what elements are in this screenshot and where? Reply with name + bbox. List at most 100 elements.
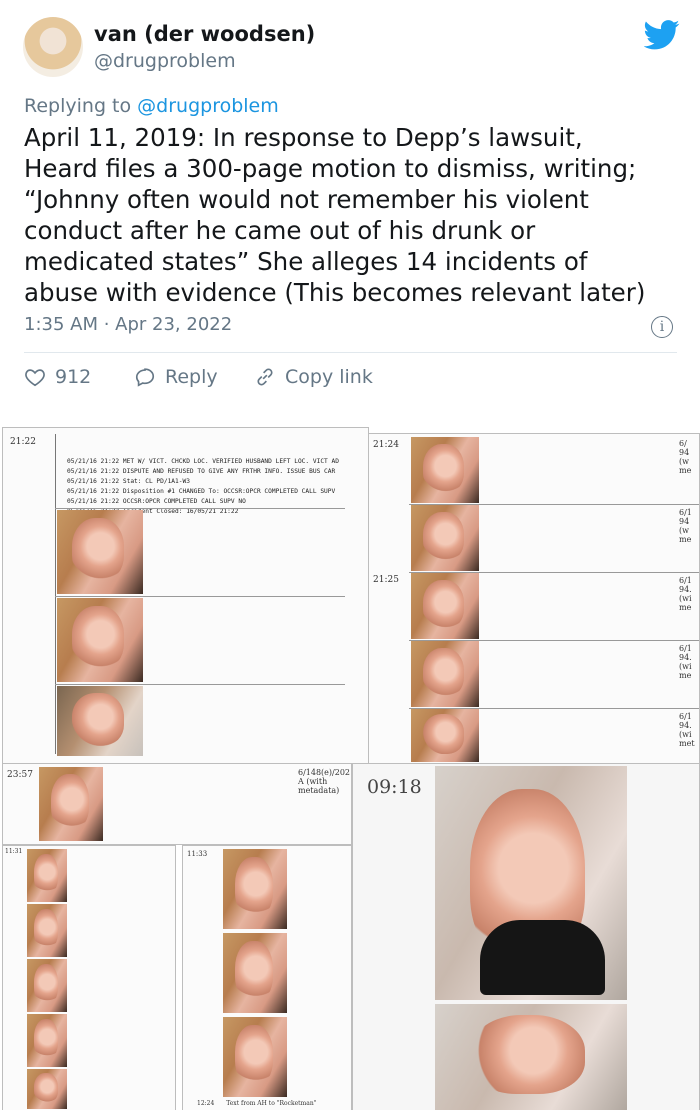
time-label: 23:57 (7, 770, 33, 780)
caption-line: 6/1 (679, 644, 692, 653)
time-label: 11:33 (187, 850, 208, 858)
photo (223, 933, 287, 1013)
rule-line (55, 434, 56, 754)
evidence-panel: 21:22 05/21/16 21:22 MET W/ VICT. CHCKD … (2, 427, 369, 764)
photo (27, 1069, 67, 1109)
time-label: 21:22 (10, 437, 36, 447)
photo (27, 904, 67, 957)
evidence-panel: 21:24 21:25 6/94 (w me 6/1 94 (w me 6/1 94. (wi… (368, 433, 700, 765)
time-label: 12:24 (197, 1100, 215, 1107)
photo (223, 1017, 287, 1097)
table-row (409, 640, 699, 641)
photo (27, 959, 67, 1012)
photo (27, 849, 67, 902)
caption-line: 6/1 (679, 508, 692, 517)
caption-line: 6/1 (679, 576, 692, 585)
avatar[interactable] (23, 17, 83, 77)
caption-line: A (with (298, 777, 328, 786)
caption-line: (wi (679, 662, 692, 671)
caption-line: me (679, 671, 692, 680)
table-row (409, 504, 699, 505)
caption-line: me (679, 535, 692, 544)
photo (411, 573, 479, 639)
copy-link-button[interactable]: Copy link (254, 366, 373, 388)
photo (435, 1004, 627, 1110)
side-caption: 6/1 94 (w me (679, 508, 692, 544)
divider (24, 352, 677, 353)
photo (411, 709, 479, 762)
tweet-line: medicated states” She alleges 14 inciden… (24, 247, 588, 276)
photo (411, 437, 479, 503)
replying-to: Replying to @drugproblem (24, 95, 279, 117)
caption-line: 6/1 (679, 712, 692, 721)
caption-line: 6/148(e)/202 (298, 768, 350, 777)
evidence-scan-image: 21:22 05/21/16 21:22 MET W/ VICT. CHCKD … (0, 405, 700, 1110)
like-count: 912 (55, 366, 92, 388)
log-line: 05/21/16 21:22 MET W/ VICT. CHCKD LOC. V… (67, 458, 339, 465)
replying-mention-link[interactable]: @drugproblem (137, 95, 279, 117)
reply-icon (135, 368, 155, 387)
photo (39, 767, 103, 841)
user-handle[interactable]: @drugproblem (94, 50, 236, 72)
caption-line: 94. (679, 653, 692, 662)
caption-line: (w (679, 457, 689, 466)
evidence-panel: 09:18 (352, 763, 700, 1110)
log-line: 05/21/16 21:22 Stat: CL PD/1A1-W3 (67, 478, 190, 485)
info-icon[interactable]: i (651, 316, 673, 338)
caption-line: 94. (679, 585, 692, 594)
caption-line: metadata) (298, 786, 340, 795)
evidence-panel: 23:57 6/148(e)/202 A (with metadata) (2, 763, 352, 845)
log-line: 05/21/16 21:22 DISPUTE AND REFUSED TO GI… (67, 468, 336, 475)
time-label: 09:18 (367, 776, 422, 798)
twitter-bird-icon[interactable] (644, 20, 680, 50)
photo (57, 686, 143, 756)
bottom-caption: 12:24 Text from AH to "Rocketman" (197, 1099, 316, 1108)
display-name[interactable]: van (der woodsen) (94, 22, 315, 46)
caption-line: 6/ (679, 439, 687, 448)
replying-prefix: Replying to (24, 95, 138, 117)
side-caption: 6/94 (w me (679, 439, 691, 475)
tweet-line: “Johnny often would not remember his vio… (24, 185, 589, 214)
time-label: 11:31 (5, 848, 23, 855)
photo (411, 641, 479, 707)
caption-line: 94. (679, 721, 692, 730)
log-line: 05/21/16 21:22 OCCSR:OPCR COMPLETED CALL… (67, 498, 246, 505)
tweet-timestamp[interactable]: 1:35 AM · Apr 23, 2022 (24, 314, 232, 335)
table-row (55, 508, 345, 509)
side-caption: 6/1 94. (wi me (679, 576, 692, 612)
tweet-card: van (der woodsen) @drugproblem Replying … (0, 0, 700, 405)
evidence-panel: 11:33 12:24 Text from AH to "Rocketman" (182, 845, 352, 1110)
meta-caption: 6/148(e)/202 A (with metadata) (298, 768, 350, 795)
time-label: 21:25 (373, 575, 399, 585)
caption-line: met (679, 739, 695, 748)
photo (435, 766, 627, 1000)
photo-subject-shirt (480, 920, 605, 995)
log-line: 05/21/16 21:22 Disposition #1 CHANGED To… (67, 488, 336, 495)
photo (27, 1014, 67, 1067)
reply-label: Reply (165, 366, 218, 388)
tweet-line: conduct after he came out of his drunk o… (24, 216, 536, 245)
table-row (55, 684, 345, 685)
photo (411, 505, 479, 571)
copy-link-label: Copy link (285, 366, 373, 388)
table-row (409, 708, 699, 709)
evidence-panel: 11:31 (2, 845, 176, 1110)
time-label: 21:24 (373, 440, 399, 450)
table-row (409, 572, 699, 573)
caption-line: (w (679, 526, 689, 535)
caption-line: 94 (679, 517, 690, 526)
table-row (55, 596, 345, 597)
caption-line: Text from AH to "Rocketman" (226, 1100, 317, 1107)
caption-line: (wi (679, 730, 692, 739)
photo (223, 849, 287, 929)
caption-line: (wi (679, 594, 692, 603)
tweet-line: abuse with evidence (This becomes releva… (24, 278, 646, 307)
tweet-line: April 11, 2019: In response to Depp’s la… (24, 123, 583, 152)
reply-button[interactable]: Reply (134, 366, 218, 388)
link-icon (257, 368, 273, 386)
caption-line: 94 (679, 448, 690, 457)
photo (57, 598, 143, 682)
heart-icon (25, 369, 45, 387)
like-button[interactable]: 912 (24, 366, 91, 388)
side-caption: 6/1 94. (wi me (679, 644, 692, 680)
